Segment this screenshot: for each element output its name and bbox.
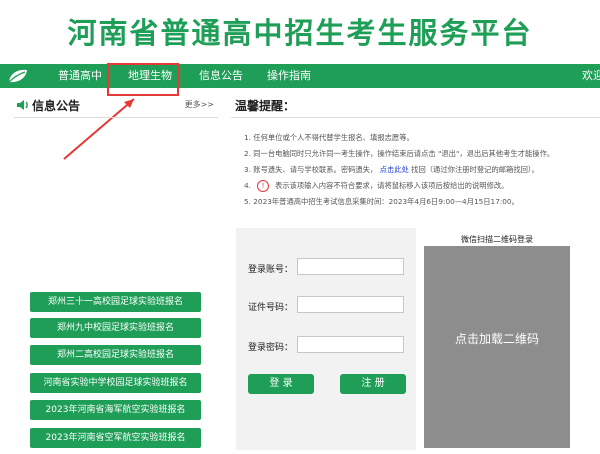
- login-button[interactable]: 登 录: [248, 374, 314, 394]
- password-input[interactable]: [297, 336, 404, 353]
- logo-leaf-icon: [8, 69, 27, 83]
- signup-button[interactable]: 2023年河南省海军航空实验班报名: [30, 400, 201, 420]
- more-link[interactable]: 更多>>: [185, 99, 214, 110]
- notice-header: 温馨提醒：: [231, 97, 600, 118]
- notice-text: 3. 账号遗失、请与学校联系。密码遗失，: [244, 165, 378, 174]
- page-title: 河南省普通高中招生考生服务平台: [67, 16, 533, 50]
- notice-list: 1. 任何单位或个人不得代替学生报名、填报志愿等。 2. 同一台电脑同时只允许同…: [244, 130, 600, 210]
- notice-text: 表示该项输入内容不符合要求，请将鼠标移入该项后按给出的说明修改。: [274, 181, 509, 190]
- account-label: 登录账号：: [248, 265, 294, 275]
- id-label: 证件号码：: [248, 303, 294, 313]
- login-panel: 登录账号： 证件号码： 登录密码： 登 录 注 册: [236, 228, 416, 450]
- notice-item: 3. 账号遗失、请与学校联系。密码遗失， 点击此处 找回（通过你注册时登记的邮箱…: [244, 162, 600, 178]
- id-input[interactable]: [297, 296, 404, 313]
- qr-title: 微信扫描二维码登录: [461, 235, 533, 244]
- password-label: 登录密码：: [248, 343, 294, 353]
- signup-button[interactable]: 郑州九中校园足球实验班报名: [30, 318, 201, 338]
- notice-item: 5. 2023年普通高中招生考试信息采集时间：2023年4月6日9:00—4月1…: [244, 197, 519, 206]
- info-announcement-title: 信息公告: [32, 99, 81, 113]
- notice-item: 1. 任何单位或个人不得代替学生报名、填报志愿等。: [244, 133, 414, 142]
- signup-button[interactable]: 郑州二高校园足球实验班报名: [30, 345, 201, 365]
- qr-code-area[interactable]: 点击加载二维码: [424, 246, 570, 448]
- account-input[interactable]: [297, 258, 404, 275]
- nav-item-guide[interactable]: 操作指南: [267, 64, 311, 88]
- retrieve-password-link[interactable]: 点击此处: [380, 165, 409, 174]
- notice-item: 2. 同一台电脑同时只允许同一考生操作，操作结束后请点击 "退出"，退出后其他考…: [244, 149, 555, 158]
- register-button[interactable]: 注 册: [340, 374, 406, 394]
- top-navbar: 普通高中 地理生物 信息公告 操作指南 欢迎: [0, 64, 600, 88]
- signup-button[interactable]: 2023年河南省空军航空实验班报名: [30, 428, 201, 448]
- speaker-icon: [17, 100, 28, 110]
- notice-text: 4.: [244, 181, 251, 190]
- welcome-text: 欢迎: [582, 69, 600, 82]
- notice-item: 4.! 表示该项输入内容不符合要求，请将鼠标移入该项后按给出的说明修改。: [244, 178, 600, 194]
- signup-button[interactable]: 郑州三十一高校园足球实验班报名: [30, 292, 201, 312]
- notice-text: 找回（通过你注册时登记的邮箱找回）。: [411, 165, 539, 174]
- warning-icon: !: [256, 180, 269, 192]
- nav-item-general-high-school[interactable]: 普通高中: [58, 64, 102, 88]
- nav-item-announcements[interactable]: 信息公告: [199, 64, 243, 88]
- info-announcement-header: 信息公告 更多>>: [14, 97, 218, 118]
- notice-title: 温馨提醒：: [235, 99, 296, 113]
- highlight-box: [107, 63, 179, 96]
- load-qr-text[interactable]: 点击加载二维码: [424, 330, 570, 347]
- signup-button[interactable]: 河南省实验中学校园足球实验班报名: [30, 373, 201, 393]
